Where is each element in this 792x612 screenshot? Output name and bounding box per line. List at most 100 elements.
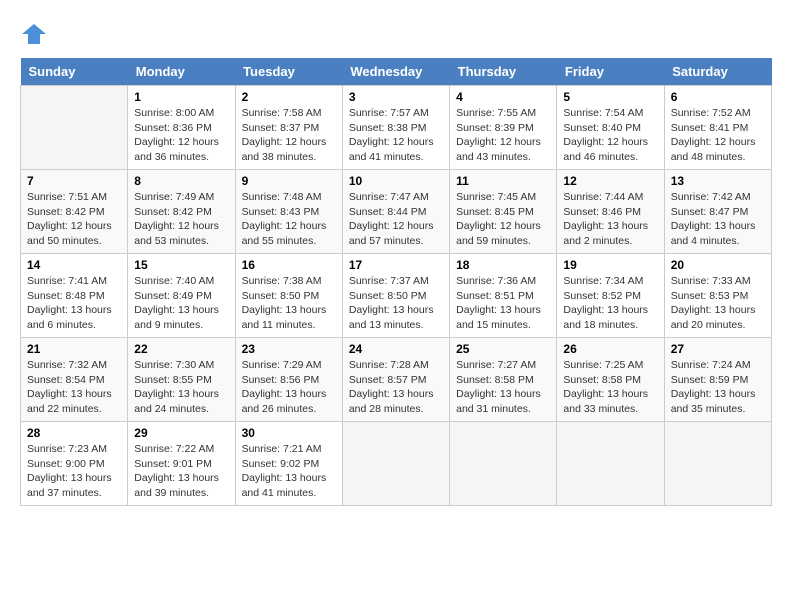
calendar-cell: 17 Sunrise: 7:37 AMSunset: 8:50 PMDayligh…	[342, 254, 449, 338]
day-number: 14	[27, 258, 121, 272]
day-info: Sunrise: 7:34 AMSunset: 8:52 PMDaylight:…	[563, 275, 648, 331]
calendar-cell: 20 Sunrise: 7:33 AMSunset: 8:53 PMDayligh…	[664, 254, 771, 338]
day-info: Sunrise: 7:58 AMSunset: 8:37 PMDaylight:…	[242, 107, 327, 163]
day-info: Sunrise: 7:33 AMSunset: 8:53 PMDaylight:…	[671, 275, 756, 331]
calendar-cell: 1Sunrise: 8:00 AMSunset: 8:36 PMDaylight…	[128, 86, 235, 170]
day-number: 12	[563, 174, 657, 188]
day-info: Sunrise: 7:40 AMSunset: 8:49 PMDaylight:…	[134, 275, 219, 331]
day-number: 5	[563, 90, 657, 104]
calendar-cell: 22 Sunrise: 7:30 AMSunset: 8:55 PMDayligh…	[128, 338, 235, 422]
week-row-5: 28 Sunrise: 7:23 AMSunset: 9:00 PMDayligh…	[21, 422, 772, 506]
day-number: 13	[671, 174, 765, 188]
day-info: Sunrise: 7:54 AMSunset: 8:40 PMDaylight:…	[563, 107, 648, 163]
calendar-cell: 25 Sunrise: 7:27 AMSunset: 8:58 PMDayligh…	[450, 338, 557, 422]
calendar-cell: 11 Sunrise: 7:45 AMSunset: 8:45 PMDayligh…	[450, 170, 557, 254]
day-info: Sunrise: 7:44 AMSunset: 8:46 PMDaylight:…	[563, 191, 648, 247]
column-header-wednesday: Wednesday	[342, 58, 449, 86]
day-number: 18	[456, 258, 550, 272]
day-info: Sunrise: 7:36 AMSunset: 8:51 PMDaylight:…	[456, 275, 541, 331]
calendar-table: SundayMondayTuesdayWednesdayThursdayFrid…	[20, 58, 772, 506]
day-info: Sunrise: 7:41 AMSunset: 8:48 PMDaylight:…	[27, 275, 112, 331]
day-number: 6	[671, 90, 765, 104]
day-info: Sunrise: 7:28 AMSunset: 8:57 PMDaylight:…	[349, 359, 434, 415]
calendar-cell: 10Sunrise: 7:47 AMSunset: 8:44 PMDayligh…	[342, 170, 449, 254]
calendar-cell: 13 Sunrise: 7:42 AMSunset: 8:47 PMDayligh…	[664, 170, 771, 254]
calendar-cell	[342, 422, 449, 506]
week-row-1: 1Sunrise: 8:00 AMSunset: 8:36 PMDaylight…	[21, 86, 772, 170]
calendar-cell: 29Sunrise: 7:22 AMSunset: 9:01 PMDayligh…	[128, 422, 235, 506]
day-number: 3	[349, 90, 443, 104]
day-number: 26	[563, 342, 657, 356]
calendar-cell: 19 Sunrise: 7:34 AMSunset: 8:52 PMDayligh…	[557, 254, 664, 338]
day-number: 25	[456, 342, 550, 356]
calendar-cell	[450, 422, 557, 506]
day-info: Sunrise: 7:49 AMSunset: 8:42 PMDaylight:…	[134, 191, 219, 247]
calendar-cell: 27Sunrise: 7:24 AMSunset: 8:59 PMDayligh…	[664, 338, 771, 422]
calendar-cell	[664, 422, 771, 506]
day-info: Sunrise: 7:52 AMSunset: 8:41 PMDaylight:…	[671, 107, 756, 163]
day-info: Sunrise: 7:23 AMSunset: 9:00 PMDaylight:…	[27, 443, 112, 499]
calendar-cell: 5 Sunrise: 7:54 AMSunset: 8:40 PMDaylight…	[557, 86, 664, 170]
calendar-body: 1Sunrise: 8:00 AMSunset: 8:36 PMDaylight…	[21, 86, 772, 506]
calendar-cell: 21 Sunrise: 7:32 AMSunset: 8:54 PMDayligh…	[21, 338, 128, 422]
day-number: 30	[242, 426, 336, 440]
day-info: Sunrise: 7:27 AMSunset: 8:58 PMDaylight:…	[456, 359, 541, 415]
calendar-cell: 6 Sunrise: 7:52 AMSunset: 8:41 PMDaylight…	[664, 86, 771, 170]
day-number: 9	[242, 174, 336, 188]
week-row-2: 7Sunrise: 7:51 AMSunset: 8:42 PMDaylight…	[21, 170, 772, 254]
column-header-tuesday: Tuesday	[235, 58, 342, 86]
day-number: 21	[27, 342, 121, 356]
day-number: 24	[349, 342, 443, 356]
calendar-cell: 8 Sunrise: 7:49 AMSunset: 8:42 PMDaylight…	[128, 170, 235, 254]
calendar-cell: 14 Sunrise: 7:41 AMSunset: 8:48 PMDayligh…	[21, 254, 128, 338]
logo	[20, 20, 52, 48]
calendar-cell: 7Sunrise: 7:51 AMSunset: 8:42 PMDaylight…	[21, 170, 128, 254]
day-info: Sunrise: 7:51 AMSunset: 8:42 PMDaylight:…	[27, 191, 112, 247]
day-number: 8	[134, 174, 228, 188]
day-info: Sunrise: 7:21 AMSunset: 9:02 PMDaylight:…	[242, 443, 327, 499]
day-number: 19	[563, 258, 657, 272]
day-number: 4	[456, 90, 550, 104]
calendar-cell: 18 Sunrise: 7:36 AMSunset: 8:51 PMDayligh…	[450, 254, 557, 338]
column-header-sunday: Sunday	[21, 58, 128, 86]
day-number: 11	[456, 174, 550, 188]
day-number: 2	[242, 90, 336, 104]
day-info: Sunrise: 7:30 AMSunset: 8:55 PMDaylight:…	[134, 359, 219, 415]
calendar-cell: 16 Sunrise: 7:38 AMSunset: 8:50 PMDayligh…	[235, 254, 342, 338]
day-info: Sunrise: 7:38 AMSunset: 8:50 PMDaylight:…	[242, 275, 327, 331]
day-info: Sunrise: 7:32 AMSunset: 8:54 PMDaylight:…	[27, 359, 112, 415]
day-info: Sunrise: 7:57 AMSunset: 8:38 PMDaylight:…	[349, 107, 434, 163]
day-info: Sunrise: 7:48 AMSunset: 8:43 PMDaylight:…	[242, 191, 327, 247]
calendar-cell: 9 Sunrise: 7:48 AMSunset: 8:43 PMDaylight…	[235, 170, 342, 254]
calendar-cell: 23Sunrise: 7:29 AMSunset: 8:56 PMDayligh…	[235, 338, 342, 422]
day-number: 16	[242, 258, 336, 272]
calendar-cell: 3 Sunrise: 7:57 AMSunset: 8:38 PMDaylight…	[342, 86, 449, 170]
day-number: 22	[134, 342, 228, 356]
day-info: Sunrise: 7:42 AMSunset: 8:47 PMDaylight:…	[671, 191, 756, 247]
day-number: 15	[134, 258, 228, 272]
day-number: 1	[134, 90, 228, 104]
logo-icon	[20, 20, 48, 48]
calendar-cell: 26Sunrise: 7:25 AMSunset: 8:58 PMDayligh…	[557, 338, 664, 422]
day-number: 10	[349, 174, 443, 188]
calendar-cell: 30 Sunrise: 7:21 AMSunset: 9:02 PMDayligh…	[235, 422, 342, 506]
column-header-friday: Friday	[557, 58, 664, 86]
day-number: 28	[27, 426, 121, 440]
day-info: Sunrise: 7:45 AMSunset: 8:45 PMDaylight:…	[456, 191, 541, 247]
day-info: Sunrise: 7:24 AMSunset: 8:59 PMDaylight:…	[671, 359, 756, 415]
calendar-cell: 28 Sunrise: 7:23 AMSunset: 9:00 PMDayligh…	[21, 422, 128, 506]
calendar-cell: 2 Sunrise: 7:58 AMSunset: 8:37 PMDaylight…	[235, 86, 342, 170]
column-headers: SundayMondayTuesdayWednesdayThursdayFrid…	[21, 58, 772, 86]
column-header-thursday: Thursday	[450, 58, 557, 86]
day-number: 20	[671, 258, 765, 272]
day-number: 17	[349, 258, 443, 272]
day-info: Sunrise: 7:37 AMSunset: 8:50 PMDaylight:…	[349, 275, 434, 331]
day-info: Sunrise: 7:55 AMSunset: 8:39 PMDaylight:…	[456, 107, 541, 163]
week-row-3: 14 Sunrise: 7:41 AMSunset: 8:48 PMDayligh…	[21, 254, 772, 338]
calendar-cell	[557, 422, 664, 506]
calendar-cell: 24 Sunrise: 7:28 AMSunset: 8:57 PMDayligh…	[342, 338, 449, 422]
page-header	[20, 20, 772, 48]
day-number: 23	[242, 342, 336, 356]
calendar-cell: 4 Sunrise: 7:55 AMSunset: 8:39 PMDaylight…	[450, 86, 557, 170]
calendar-cell: 12 Sunrise: 7:44 AMSunset: 8:46 PMDayligh…	[557, 170, 664, 254]
